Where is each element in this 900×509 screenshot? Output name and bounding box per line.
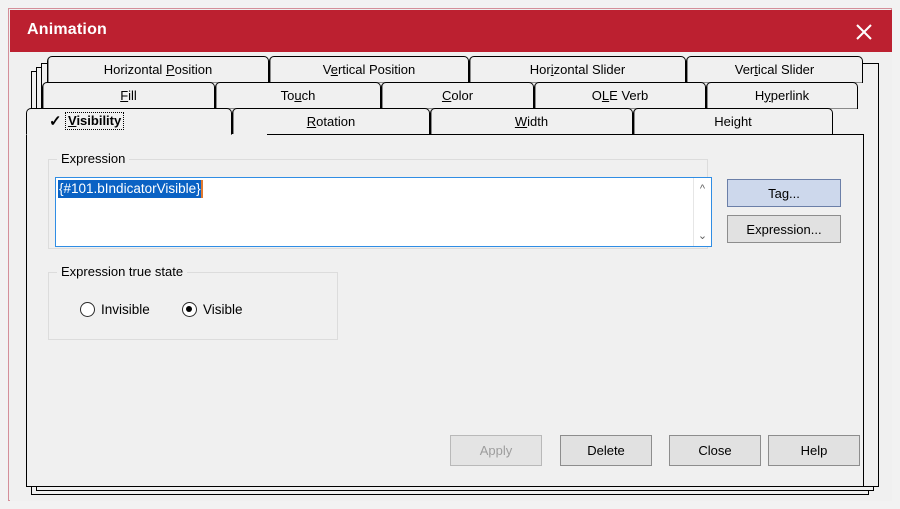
- tab-label: Vertical Slider: [734, 61, 815, 77]
- tab-hyperlink[interactable]: Hyperlink: [706, 82, 858, 109]
- expression-group-label: Expression: [57, 151, 130, 166]
- tab-height[interactable]: Height: [633, 108, 833, 135]
- tab-content-panel: Expression {#101.bIndicatorVisible} ^ ⌄ …: [26, 134, 864, 487]
- text-caret: [201, 180, 203, 198]
- radio-indicator: [80, 302, 95, 317]
- apply-button: Apply: [450, 435, 542, 466]
- animation-dialog-window: Animation Horizontal Position Vertical P…: [8, 8, 892, 501]
- tab-label: Hyperlink: [754, 87, 810, 103]
- tab-rotation[interactable]: Rotation: [232, 108, 430, 135]
- tab-horizontal-position[interactable]: Horizontal Position: [47, 56, 269, 83]
- tab-visibility[interactable]: ✓ Visibility: [26, 108, 232, 135]
- checkmark-icon: ✓: [49, 113, 62, 130]
- tab-horizontal-slider[interactable]: Horizontal Slider: [469, 56, 686, 83]
- tab-strip: Horizontal Position Vertical Position Ho…: [10, 52, 892, 140]
- radio-indicator: [182, 302, 197, 317]
- tab-label: Width: [514, 113, 549, 129]
- radio-label: Visible: [203, 302, 243, 317]
- close-dialog-button[interactable]: Close: [669, 435, 761, 466]
- tab-label: Horizontal Slider: [529, 61, 626, 77]
- help-button[interactable]: Help: [768, 435, 860, 466]
- tab-label: Vertical Position: [322, 61, 416, 77]
- tab-label: Rotation: [306, 113, 356, 129]
- tab-label: OLE Verb: [591, 87, 649, 103]
- tab-vertical-position[interactable]: Vertical Position: [269, 56, 469, 83]
- tab-color[interactable]: Color: [381, 82, 534, 109]
- tab-fill[interactable]: Fill: [42, 82, 215, 109]
- chevron-down-icon[interactable]: ⌄: [694, 227, 711, 244]
- tab-width[interactable]: Width: [430, 108, 633, 135]
- close-icon: [856, 24, 872, 40]
- window-title: Animation: [27, 21, 108, 38]
- tab-label: Touch: [280, 87, 316, 103]
- expression-value: {#101.bIndicatorVisible}: [58, 180, 201, 198]
- expression-input[interactable]: {#101.bIndicatorVisible} ^ ⌄: [55, 177, 712, 247]
- tab-vertical-slider[interactable]: Vertical Slider: [686, 56, 863, 83]
- tab-label: Fill: [120, 87, 137, 103]
- expression-scrollbar[interactable]: ^ ⌄: [693, 178, 711, 246]
- radio-invisible[interactable]: Invisible: [80, 302, 150, 317]
- tab-label: Visibility: [65, 111, 125, 130]
- tab-touch[interactable]: Touch: [215, 82, 381, 109]
- tab-label: Horizontal Position: [103, 61, 213, 77]
- close-button[interactable]: [836, 10, 892, 52]
- radio-visible[interactable]: Visible: [182, 302, 243, 317]
- radio-label: Invisible: [101, 302, 150, 317]
- dialog-client-area: Horizontal Position Vertical Position Ho…: [10, 52, 892, 501]
- tab-label: Color: [441, 87, 474, 103]
- tab-ole-verb[interactable]: OLE Verb: [534, 82, 706, 109]
- tag-button[interactable]: Tag...: [727, 179, 841, 207]
- true-state-group-label: Expression true state: [57, 264, 188, 279]
- expression-builder-button[interactable]: Expression...: [727, 215, 841, 243]
- chevron-up-icon[interactable]: ^: [694, 180, 711, 197]
- tab-label: Height: [714, 113, 752, 129]
- delete-button[interactable]: Delete: [560, 435, 652, 466]
- title-bar: Animation: [10, 10, 892, 52]
